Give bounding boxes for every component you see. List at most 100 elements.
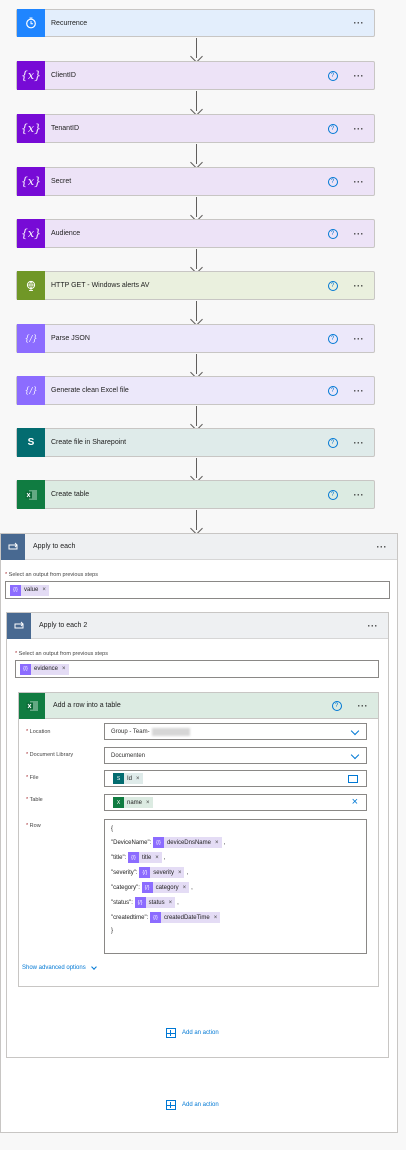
show-advanced-options[interactable]: Show advanced options — [22, 963, 97, 971]
help-icon[interactable]: ? — [327, 176, 338, 187]
step-title: ClientID — [51, 72, 76, 79]
connector-arrow — [190, 301, 203, 326]
remove-token-icon[interactable]: × — [214, 915, 218, 921]
step-tenantid[interactable]: {x} TenantID ? ··· — [16, 114, 375, 143]
remove-token-icon[interactable]: × — [169, 900, 173, 906]
select-output-field[interactable]: {/} evidence × — [15, 660, 379, 678]
step-audience[interactable]: {x} Audience ? ··· — [16, 219, 375, 248]
apply-to-each-2-title: Apply to each 2 — [39, 622, 88, 629]
data-operation-icon: {/} — [17, 376, 45, 405]
help-icon[interactable]: ? — [327, 70, 338, 81]
json-line: "createdtime": {/} createdDateTime × — [111, 910, 366, 925]
add-action-button-inner[interactable]: Add an action — [166, 1028, 219, 1038]
step-parse-json[interactable]: {/} Parse JSON ? ··· — [16, 324, 375, 353]
step-secret[interactable]: {x} Secret ? ··· — [16, 167, 375, 196]
help-icon[interactable]: ? — [327, 437, 338, 448]
token-evidence[interactable]: {/} evidence × — [20, 663, 69, 675]
variable-icon: {x} — [17, 114, 45, 143]
token-devicednsname[interactable]: {/} deviceDnsName × — [152, 837, 222, 848]
more-options-icon[interactable]: ··· — [354, 334, 365, 344]
remove-token-icon[interactable]: × — [178, 870, 182, 876]
more-options-icon[interactable]: ··· — [354, 490, 365, 500]
remove-token-icon[interactable]: × — [215, 840, 219, 846]
step-title: Audience — [51, 230, 81, 237]
step-http-get[interactable]: HTTP GET - Windows alerts AV ? ··· — [16, 271, 375, 300]
apply-to-each-header[interactable]: Apply to each ··· — [1, 533, 397, 560]
add-action-button-outer[interactable]: Add an action — [166, 1100, 219, 1110]
more-options-icon[interactable]: ··· — [354, 438, 365, 448]
more-options-icon[interactable]: ··· — [354, 281, 365, 291]
more-options-icon[interactable]: ··· — [354, 229, 365, 239]
more-options-icon[interactable]: ··· — [354, 71, 365, 81]
token-name[interactable]: X name × — [113, 797, 153, 808]
row-label: * Row — [26, 823, 41, 829]
excel-icon — [19, 692, 45, 719]
data-operation-icon: {/} — [17, 324, 45, 353]
table-field[interactable]: X name × × — [104, 794, 367, 811]
more-options-icon[interactable]: ··· — [377, 542, 388, 552]
connector-arrow — [190, 144, 203, 169]
sharepoint-icon: S — [113, 773, 124, 784]
loop-icon — [7, 612, 31, 639]
remove-token-icon[interactable]: × — [136, 776, 140, 782]
help-icon[interactable]: ? — [327, 280, 338, 291]
remove-token-icon[interactable]: × — [155, 855, 159, 861]
step-title: Parse JSON — [51, 335, 90, 342]
connector-arrow — [190, 406, 203, 431]
variable-icon: {x} — [17, 61, 45, 90]
connector-arrow — [190, 249, 203, 274]
add-action-icon — [166, 1028, 176, 1038]
row-json-editor[interactable]: { "DeviceName": {/} deviceDnsName ×, "titl… — [104, 819, 367, 954]
more-options-icon[interactable]: ··· — [368, 621, 379, 631]
more-options-icon[interactable]: ··· — [354, 177, 365, 187]
remove-token-icon[interactable]: × — [62, 666, 66, 672]
select-output-label: * Select an output from previous steps — [15, 651, 108, 657]
remove-token-icon[interactable]: × — [146, 800, 150, 806]
step-title: Recurrence — [51, 19, 88, 27]
add-row-title: Add a row into a table — [53, 702, 121, 709]
apply-to-each-title: Apply to each — [33, 543, 76, 550]
token-category[interactable]: {/} category × — [141, 882, 190, 893]
select-output-field[interactable]: {/} value × — [5, 581, 390, 599]
chevron-down-icon[interactable] — [350, 726, 360, 736]
chevron-down-icon[interactable] — [350, 750, 360, 760]
data-operation-icon: {/} — [20, 663, 31, 675]
file-field[interactable]: S Id × — [104, 770, 367, 787]
token-status[interactable]: {/} status × — [134, 897, 176, 908]
more-options-icon[interactable]: ··· — [354, 124, 365, 134]
token-value[interactable]: {/} value × — [10, 584, 49, 596]
more-options-icon[interactable]: ··· — [354, 386, 365, 396]
json-line: "status": {/} status ×, — [111, 895, 366, 910]
more-options-icon[interactable]: ··· — [358, 701, 369, 711]
token-title[interactable]: {/} title × — [127, 852, 162, 863]
help-icon[interactable]: ? — [331, 700, 342, 711]
step-create-table[interactable]: Create table ? ··· — [16, 480, 375, 509]
token-createddatetime[interactable]: {/} createdDateTime × — [149, 912, 221, 923]
step-create-file[interactable]: S Create file in Sharepoint ? ··· — [16, 428, 375, 457]
connector-arrow — [190, 458, 203, 483]
folder-icon[interactable] — [348, 775, 358, 783]
remove-token-icon[interactable]: × — [42, 587, 46, 593]
redacted-text — [151, 727, 190, 736]
add-row-header[interactable]: Add a row into a table ? ··· — [19, 692, 378, 719]
connector-arrow — [190, 197, 203, 222]
step-title: Secret — [51, 178, 72, 185]
chevron-down-icon — [90, 963, 97, 970]
remove-token-icon[interactable]: × — [183, 885, 187, 891]
help-icon[interactable]: ? — [327, 228, 338, 239]
more-options-icon[interactable]: ··· — [354, 18, 365, 28]
step-generate-excel[interactable]: {/} Generate clean Excel file ? ··· — [16, 376, 375, 405]
apply-to-each-2-header[interactable]: Apply to each 2 ··· — [7, 612, 388, 639]
token-id[interactable]: S Id × — [113, 773, 143, 784]
help-icon[interactable]: ? — [327, 385, 338, 396]
excel-icon: X — [113, 797, 124, 808]
step-clientid[interactable]: {x} ClientID ? ··· — [16, 61, 375, 90]
document-library-select[interactable]: Documenten — [104, 747, 367, 764]
help-icon[interactable]: ? — [327, 333, 338, 344]
step-recurrence[interactable]: Recurrence ··· — [16, 9, 375, 37]
help-icon[interactable]: ? — [327, 123, 338, 134]
location-select[interactable]: Group - Team- — [104, 723, 367, 740]
clear-icon[interactable]: × — [352, 796, 358, 808]
token-severity[interactable]: {/} severity × — [139, 867, 185, 878]
help-icon[interactable]: ? — [327, 489, 338, 500]
